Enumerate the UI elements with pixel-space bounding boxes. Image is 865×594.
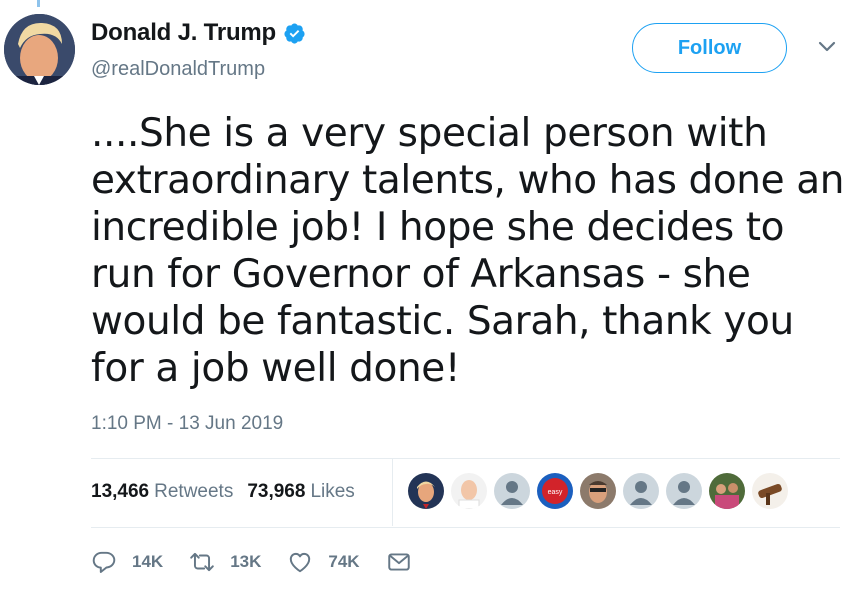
tweet-text: ....She is a very special person with ex… (91, 111, 845, 391)
stats-separator (392, 459, 393, 526)
likes-stat[interactable]: 73,968 Likes (247, 481, 354, 503)
thread-connector (37, 0, 40, 7)
verified-badge-icon (284, 22, 305, 44)
like-button[interactable]: 74K (287, 549, 360, 575)
envelope-icon (387, 553, 410, 571)
retweets-count: 13,466 (91, 481, 150, 502)
heart-icon (290, 552, 311, 573)
liker-avatar-default[interactable] (623, 473, 659, 509)
liker-avatar-default[interactable] (666, 473, 702, 509)
divider (91, 458, 840, 459)
svg-text:easy: easy (548, 489, 563, 496)
timestamp[interactable]: 1:10 PM - 13 Jun 2019 (91, 413, 283, 435)
follow-button[interactable]: Follow (632, 23, 787, 73)
retweet-button[interactable]: 13K (189, 549, 261, 575)
reply-count: 14K (132, 552, 164, 571)
reply-icon (92, 551, 116, 573)
reply-button[interactable]: 14K (91, 549, 163, 575)
liker-avatar[interactable] (580, 473, 616, 509)
liker-avatar[interactable] (451, 473, 487, 509)
retweet-icon (190, 552, 214, 572)
liker-avatar[interactable] (752, 473, 788, 509)
divider (91, 527, 840, 528)
direct-message-button[interactable] (386, 549, 412, 575)
tweet-actions: 14K 13K 74K (91, 549, 438, 575)
liker-avatar[interactable] (709, 473, 745, 509)
tweet-card: Donald J. Trump @realDonaldTrump Follow … (0, 0, 865, 594)
likes-label: Likes (310, 481, 355, 502)
handle[interactable]: @realDonaldTrump (91, 58, 265, 81)
chevron-down-icon[interactable] (817, 40, 837, 54)
liker-avatar-default[interactable] (494, 473, 530, 509)
liker-avatar[interactable] (408, 473, 444, 509)
engagement-stats: 13,466 Retweets 73,968 Likes (91, 478, 355, 506)
like-count: 74K (328, 552, 360, 571)
likers-avatars: easy (408, 473, 795, 509)
retweets-label: Retweets (154, 481, 234, 502)
liker-avatar[interactable]: easy (537, 473, 573, 509)
retweet-count: 13K (230, 552, 262, 571)
avatar[interactable] (4, 14, 75, 85)
display-name[interactable]: Donald J. Trump (91, 19, 276, 47)
likes-count: 73,968 (247, 481, 306, 502)
retweets-stat[interactable]: 13,466 Retweets (91, 481, 233, 503)
